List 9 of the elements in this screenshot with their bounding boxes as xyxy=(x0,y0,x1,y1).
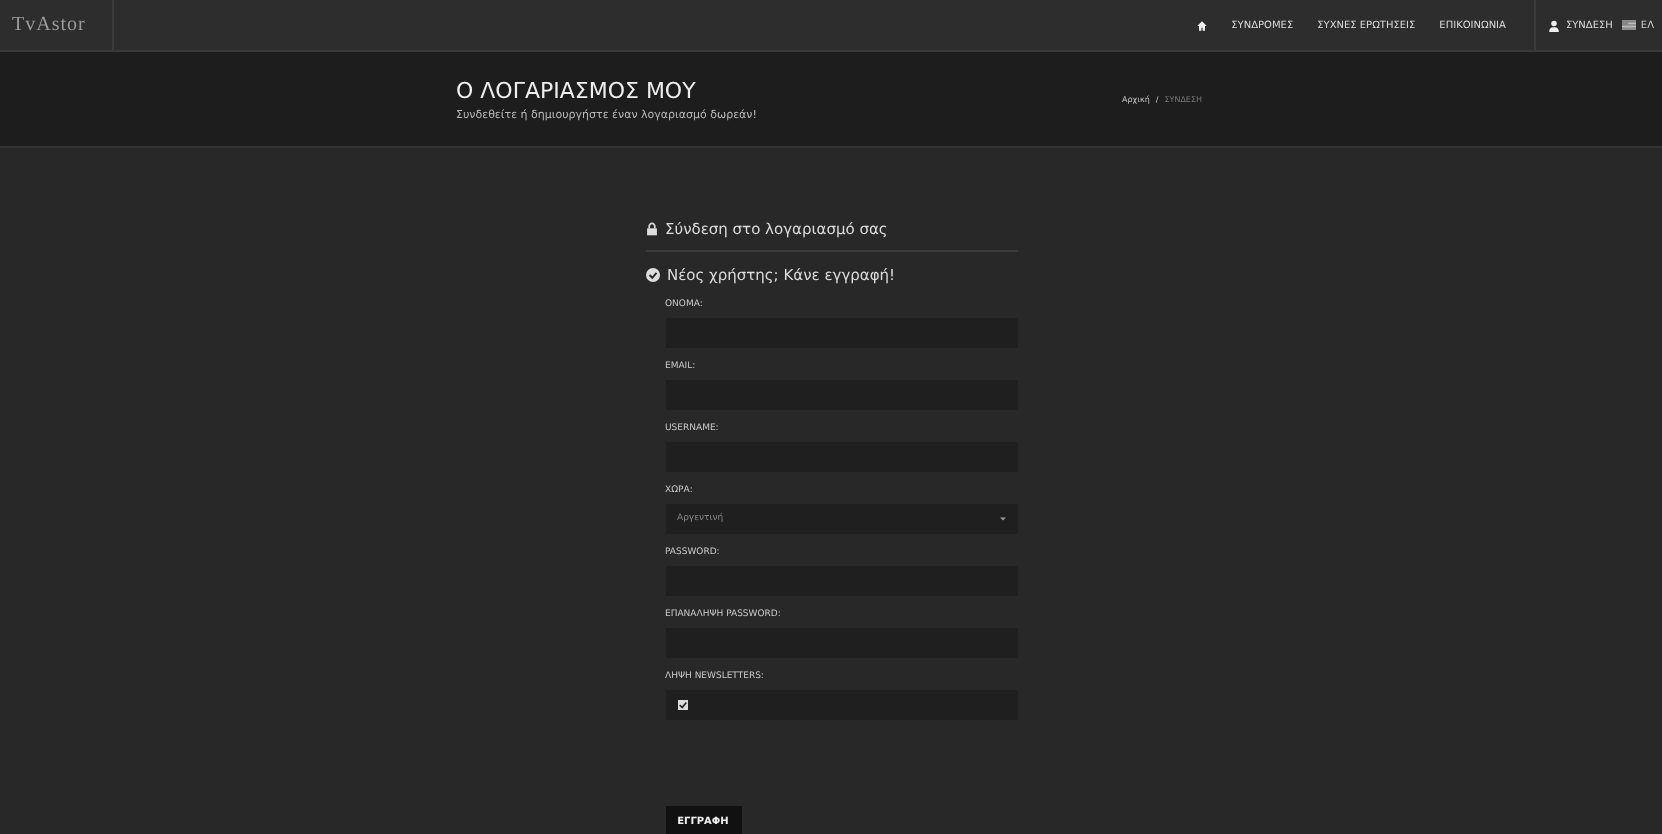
caret-icon xyxy=(999,516,1005,522)
logo[interactable]: TvAstor xyxy=(0,0,114,50)
user-icon xyxy=(1547,19,1560,31)
page-title: Ο ΛΟΓΑΡΙΑΣΜΟΣ ΜΟΥ xyxy=(456,77,698,103)
flag-icon xyxy=(1622,20,1637,30)
home-icon[interactable] xyxy=(1195,19,1208,31)
checkbox[interactable] xyxy=(677,700,687,710)
lock-icon xyxy=(645,221,657,235)
check-circle-icon xyxy=(645,267,659,281)
